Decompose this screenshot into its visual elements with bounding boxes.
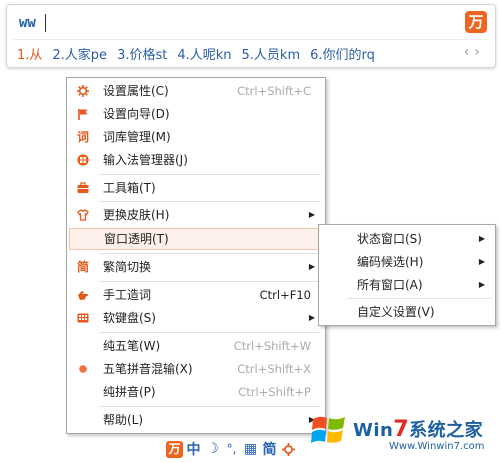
candidate-6[interactable]: 6.你们的rq [310,44,375,63]
submenu-arrow-icon: ▶ [478,234,485,243]
ime-manager-icon [77,154,89,166]
menu-item-trad-simp-switch[interactable]: 简 繁简切换 ▶ [69,256,323,278]
ime-candidate-window: ww 万 1.从 2.人家pe 3.价格st 4.人呢kn 5.人员km 6.你… [6,4,496,68]
submenu-arrow-icon: ▶ [308,210,315,219]
windows-flag-icon [311,416,345,443]
submenu-item-status-window[interactable]: 状态窗口(S) ▶ [321,228,493,250]
submenu-item-code-candidate[interactable]: 编码候选(H) ▶ [321,251,493,273]
context-menu: 设置属性(C) Ctrl+Shift+C 设置向导(D) 词 词库管理(M) 输… [66,77,326,434]
menu-item-settings[interactable]: 设置属性(C) Ctrl+Shift+C [69,80,323,102]
dictionary-icon: 词 [77,130,90,144]
menu-item-pure-pinyin[interactable]: 纯拼音(P) Ctrl+Shift+P [69,381,323,403]
submenu-arrow-icon: ▶ [308,262,315,271]
candidate-2[interactable]: 2.人家pe [52,44,107,63]
candidate-list: 1.从 2.人家pe 3.价格st 4.人呢kn 5.人员km 6.你们的rq [17,43,385,63]
language-toggle-button[interactable]: 中 [184,439,203,459]
traditional-simplified-icon: 简 [77,260,90,274]
status-logo-button[interactable]: 万 [165,439,184,459]
hand-icon [77,289,89,301]
candidate-4[interactable]: 4.人呢kn [177,44,231,63]
text-caret [45,14,46,32]
candidate-3[interactable]: 3.价格st [117,44,167,63]
ime-logo-icon: 万 [166,440,183,458]
half-full-width-moon-icon[interactable]: ☽ [203,439,222,459]
ime-status-bar: 万 中 ☽ °, ▦ 简 [165,438,315,460]
soft-keyboard-icon [77,312,89,324]
candidate-1[interactable]: 1.从 [17,44,42,63]
simplified-toggle-button[interactable]: 简 [260,439,279,459]
menu-item-toolbox[interactable]: 工具箱(T) [69,177,323,199]
menu-item-window-transparency[interactable]: 窗口透明(T) [69,228,323,250]
watermark-logo: Win7系统之家 Www.Winwin7.com [303,404,499,460]
menu-separator [99,201,321,202]
submenu-item-all-windows[interactable]: 所有窗口(A) ▶ [321,274,493,296]
menu-separator [99,253,321,254]
gear-icon [77,85,89,97]
submenu-item-custom-settings[interactable]: 自定义设置(V) [321,301,493,323]
composition-text: ww [19,15,36,31]
candidate-5[interactable]: 5.人员km [242,44,301,63]
menu-item-change-skin[interactable]: 更换皮肤(H) ▶ [69,204,323,226]
menu-separator [99,406,321,407]
menu-separator [99,174,321,175]
ime-logo-icon[interactable]: 万 [465,11,487,33]
toolbox-icon [77,182,89,194]
divider [13,39,489,40]
menu-item-wizard[interactable]: 设置向导(D) [69,103,323,125]
soft-keyboard-icon[interactable]: ▦ [241,439,260,459]
submenu-arrow-icon: ▶ [308,313,315,322]
watermark-text: Win7系统之家 [353,417,484,442]
next-page-icon[interactable]: › [474,44,485,60]
menu-item-dictionary[interactable]: 词 词库管理(M) [69,126,323,148]
menu-separator [99,332,321,333]
submenu-arrow-icon: ▶ [478,257,485,266]
shirt-icon [77,209,89,221]
menu-item-wubi-pinyin-mixed[interactable]: 五笔拼音混输(X) Ctrl+Shift+X [69,358,323,380]
settings-gear-icon[interactable] [279,439,298,459]
menu-separator [347,298,491,299]
menu-item-help[interactable]: 帮助(L) ▶ [69,409,323,431]
flag-icon [77,108,89,120]
page-nav: ‹› [464,44,485,60]
menu-item-ime-manager[interactable]: 输入法管理器(J) [69,149,323,171]
menu-item-pure-wubi[interactable]: 纯五笔(W) Ctrl+Shift+W [69,335,323,357]
submenu-arrow-icon: ▶ [478,280,485,289]
prev-page-icon[interactable]: ‹ [464,44,475,60]
menu-item-manual-word[interactable]: 手工造词 Ctrl+F10 [69,284,323,306]
menu-separator [99,281,321,282]
transparency-submenu: 状态窗口(S) ▶ 编码候选(H) ▶ 所有窗口(A) ▶ 自定义设置(V) [318,224,496,326]
selected-dot-icon [77,363,89,375]
watermark-url: Www.Winwin7.com [389,441,485,452]
punctuation-icon[interactable]: °, [222,439,241,459]
menu-item-soft-keyboard[interactable]: 软键盘(S) ▶ [69,307,323,329]
